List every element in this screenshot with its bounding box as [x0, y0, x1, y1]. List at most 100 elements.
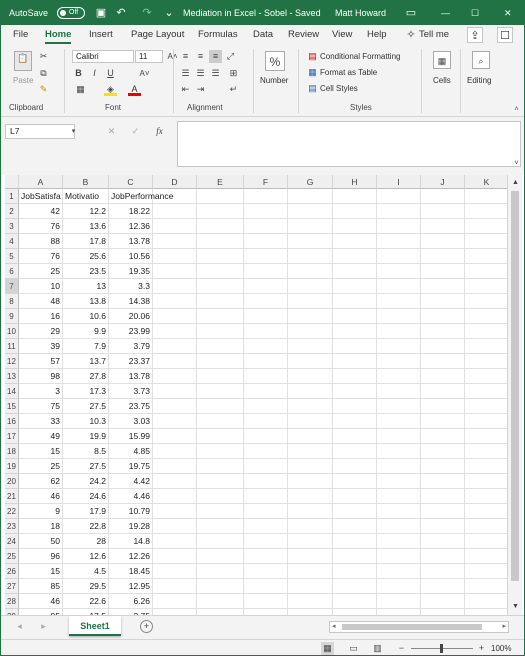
- cell-f23[interactable]: [244, 519, 288, 534]
- cell-styles-button[interactable]: Cell Styles: [320, 84, 358, 93]
- cell-d27[interactable]: [153, 579, 197, 594]
- column-header-i[interactable]: I: [377, 175, 421, 189]
- cell-i17[interactable]: [377, 429, 421, 444]
- cell-h18[interactable]: [333, 444, 377, 459]
- format-painter-icon[interactable]: ✎: [37, 83, 50, 96]
- cell-i5[interactable]: [377, 249, 421, 264]
- cell-j4[interactable]: [421, 234, 465, 249]
- copy-icon[interactable]: ⧉: [37, 67, 50, 80]
- cell-h20[interactable]: [333, 474, 377, 489]
- column-header-b[interactable]: B: [63, 175, 109, 189]
- bottom-align-icon[interactable]: ≡: [209, 50, 222, 63]
- cell-j7[interactable]: [421, 279, 465, 294]
- cell-g21[interactable]: [288, 489, 333, 504]
- cell-h28[interactable]: [333, 594, 377, 609]
- cell-j16[interactable]: [421, 414, 465, 429]
- add-sheet-button[interactable]: +: [140, 620, 153, 633]
- cell-b20[interactable]: 24.2: [63, 474, 109, 489]
- cell-g27[interactable]: [288, 579, 333, 594]
- orientation-icon[interactable]: ⤢: [224, 50, 237, 63]
- cell-i10[interactable]: [377, 324, 421, 339]
- row-header[interactable]: 17: [5, 429, 19, 444]
- cell-d20[interactable]: [153, 474, 197, 489]
- cell-a7[interactable]: 10: [19, 279, 63, 294]
- cell-i25[interactable]: [377, 549, 421, 564]
- cell-d11[interactable]: [153, 339, 197, 354]
- cell-h9[interactable]: [333, 309, 377, 324]
- cell-j13[interactable]: [421, 369, 465, 384]
- font-size-select[interactable]: 11: [135, 50, 163, 63]
- cell-a11[interactable]: 39: [19, 339, 63, 354]
- cell-h14[interactable]: [333, 384, 377, 399]
- cell-a16[interactable]: 33: [19, 414, 63, 429]
- cell-c26[interactable]: 18.45: [109, 564, 153, 579]
- zoom-out-icon[interactable]: −: [395, 642, 408, 655]
- cell-g11[interactable]: [288, 339, 333, 354]
- cell-j14[interactable]: [421, 384, 465, 399]
- cell-i1[interactable]: [377, 189, 421, 204]
- column-header-f[interactable]: F: [244, 175, 288, 189]
- cell-a1[interactable]: JobSatisfa: [19, 189, 63, 204]
- cell-h6[interactable]: [333, 264, 377, 279]
- scroll-right-icon[interactable]: ▸: [502, 622, 506, 632]
- cell-k6[interactable]: [465, 264, 507, 279]
- cell-k12[interactable]: [465, 354, 507, 369]
- cell-h23[interactable]: [333, 519, 377, 534]
- cell-h15[interactable]: [333, 399, 377, 414]
- cell-h27[interactable]: [333, 579, 377, 594]
- conditional-formatting-button[interactable]: Conditional Formatting: [320, 52, 400, 61]
- cell-c19[interactable]: 19.75: [109, 459, 153, 474]
- cell-c16[interactable]: 3.03: [109, 414, 153, 429]
- row-header[interactable]: 28: [5, 594, 19, 609]
- tab-page-layout[interactable]: Page Layout: [131, 25, 184, 45]
- row-header[interactable]: 7: [5, 279, 19, 294]
- cell-b1[interactable]: Motivatio: [63, 189, 109, 204]
- cell-j1[interactable]: [421, 189, 465, 204]
- cell-h8[interactable]: [333, 294, 377, 309]
- cell-k13[interactable]: [465, 369, 507, 384]
- cell-d8[interactable]: [153, 294, 197, 309]
- cell-f28[interactable]: [244, 594, 288, 609]
- cell-b18[interactable]: 8.5: [63, 444, 109, 459]
- cell-g8[interactable]: [288, 294, 333, 309]
- select-all-corner[interactable]: [5, 175, 19, 189]
- cell-b10[interactable]: 9.9: [63, 324, 109, 339]
- insert-function-button[interactable]: fx: [153, 125, 166, 138]
- cell-c12[interactable]: 23.37: [109, 354, 153, 369]
- column-header-a[interactable]: A: [19, 175, 63, 189]
- cell-f20[interactable]: [244, 474, 288, 489]
- cell-j2[interactable]: [421, 204, 465, 219]
- cell-e24[interactable]: [197, 534, 244, 549]
- cell-h19[interactable]: [333, 459, 377, 474]
- cell-b27[interactable]: 29.5: [63, 579, 109, 594]
- cell-j11[interactable]: [421, 339, 465, 354]
- redo-icon[interactable]: ↷: [139, 5, 155, 21]
- cell-e23[interactable]: [197, 519, 244, 534]
- normal-view-icon[interactable]: ▦: [321, 642, 334, 655]
- cell-d12[interactable]: [153, 354, 197, 369]
- cell-i3[interactable]: [377, 219, 421, 234]
- cell-e27[interactable]: [197, 579, 244, 594]
- row-header[interactable]: 3: [5, 219, 19, 234]
- next-sheet-icon[interactable]: ▸: [37, 620, 50, 633]
- cell-k18[interactable]: [465, 444, 507, 459]
- cell-i6[interactable]: [377, 264, 421, 279]
- cell-a9[interactable]: 16: [19, 309, 63, 324]
- row-header[interactable]: 10: [5, 324, 19, 339]
- cell-f25[interactable]: [244, 549, 288, 564]
- cell-j27[interactable]: [421, 579, 465, 594]
- cell-f16[interactable]: [244, 414, 288, 429]
- font-color-icon[interactable]: A: [128, 83, 141, 96]
- cell-e12[interactable]: [197, 354, 244, 369]
- cell-c4[interactable]: 13.78: [109, 234, 153, 249]
- cell-i28[interactable]: [377, 594, 421, 609]
- cell-c5[interactable]: 10.56: [109, 249, 153, 264]
- column-header-e[interactable]: E: [197, 175, 244, 189]
- cell-a22[interactable]: 9: [19, 504, 63, 519]
- cell-b26[interactable]: 4.5: [63, 564, 109, 579]
- cell-g15[interactable]: [288, 399, 333, 414]
- cell-i2[interactable]: [377, 204, 421, 219]
- cell-b17[interactable]: 19.9: [63, 429, 109, 444]
- format-as-table-button[interactable]: Format as Table: [320, 68, 377, 77]
- cell-f18[interactable]: [244, 444, 288, 459]
